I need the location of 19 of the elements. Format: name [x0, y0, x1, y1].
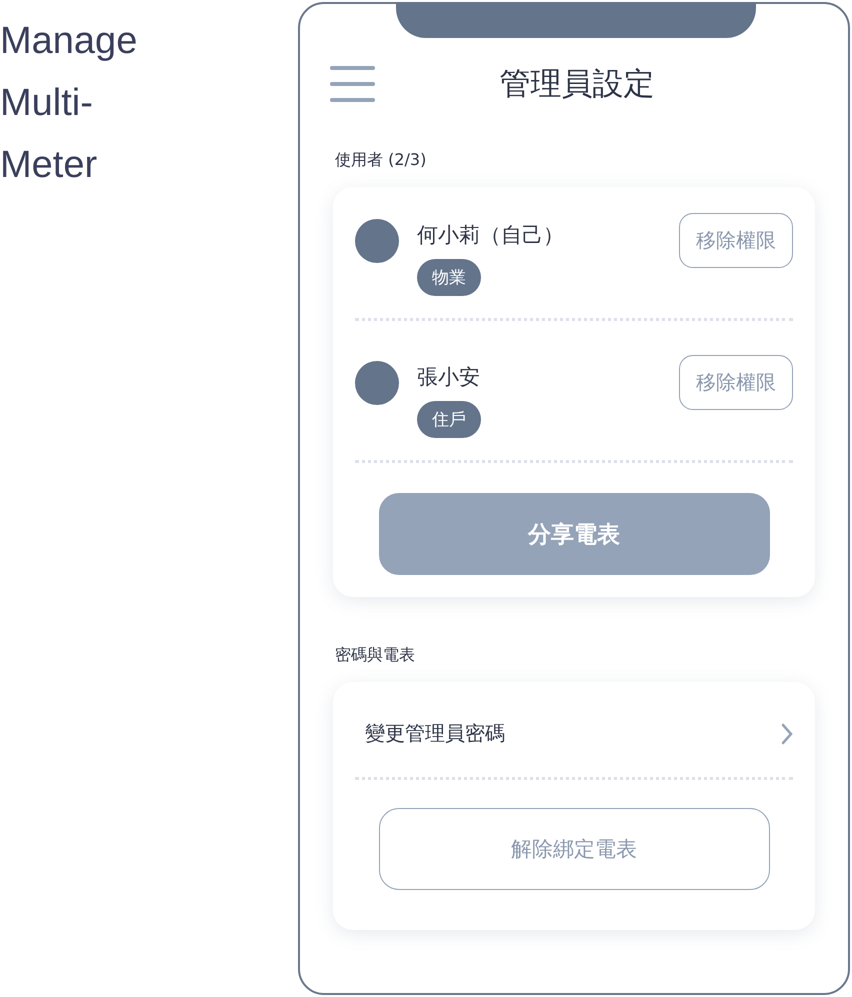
user-name: 何小莉（自己） — [417, 222, 564, 249]
screen-title: 管理員設定 — [498, 65, 656, 104]
menu-icon[interactable] — [329, 65, 377, 103]
chevron-right-icon — [781, 722, 793, 744]
avatar — [355, 219, 399, 263]
unbind-meter-button[interactable]: 解除綁定電表 — [378, 808, 770, 890]
section-label: 密碼與電表 — [335, 645, 415, 666]
avatar — [355, 361, 399, 405]
section-label: 使用者 (2/3) — [335, 150, 426, 171]
remove-permission-button[interactable]: 移除權限 — [679, 355, 793, 410]
page-label: Multi- — [0, 81, 93, 126]
share-meter-button[interactable]: 分享電表 — [378, 493, 770, 575]
user-name: 張小安 — [417, 364, 480, 391]
role-tag: 物業 — [417, 259, 481, 296]
role-tag: 住戶 — [417, 401, 481, 438]
remove-permission-button[interactable]: 移除權限 — [679, 213, 793, 268]
change-password-item[interactable]: 變更管理員密碼 — [355, 720, 793, 747]
page-label: Meter — [0, 143, 98, 188]
page-label: Manage — [0, 19, 138, 64]
